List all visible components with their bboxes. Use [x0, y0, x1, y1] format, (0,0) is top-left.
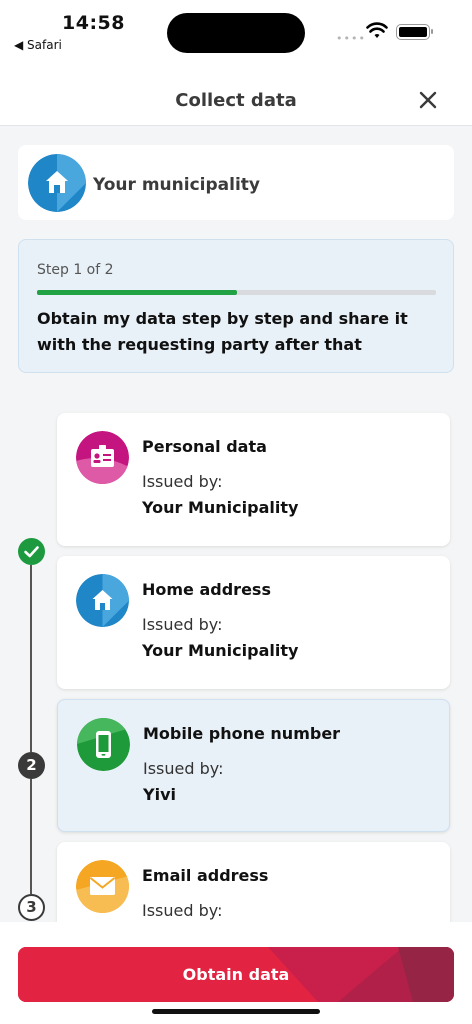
- credential-card-home-address[interactable]: Home address Issued by: Your Municipalit…: [57, 556, 450, 689]
- phone-icon: [77, 718, 130, 771]
- page-title: Collect data: [175, 90, 297, 111]
- card-title: Home address: [142, 580, 271, 599]
- card-title: Personal data: [142, 437, 267, 456]
- close-icon[interactable]: [414, 86, 442, 114]
- status-bar: 14:58 ◀ Safari ••••: [0, 0, 472, 76]
- municipality-label: Your municipality: [93, 175, 260, 195]
- page-header: Collect data: [0, 76, 472, 126]
- card-title: Email address: [142, 866, 269, 885]
- id-badge-icon: [76, 431, 129, 484]
- progress-bar: [37, 290, 436, 295]
- card-issued-label: Issued by:: [142, 472, 223, 491]
- progress-bar-fill: [37, 290, 237, 295]
- timeline-connector: [30, 565, 32, 752]
- municipality-card: Your municipality: [18, 145, 454, 220]
- signal-icon: ••••: [336, 32, 366, 45]
- obtain-data-button[interactable]: Obtain data: [18, 947, 454, 1002]
- home-indicator[interactable]: [152, 1009, 320, 1014]
- status-time: 14:58: [62, 12, 125, 34]
- card-title: Mobile phone number: [143, 724, 341, 743]
- step-number-2: 2: [18, 752, 45, 779]
- battery-icon: [396, 24, 433, 40]
- dynamic-island: [167, 13, 305, 53]
- wifi-icon: [366, 22, 388, 38]
- card-issuer: Your Municipality: [142, 641, 299, 660]
- house-icon: [28, 154, 86, 212]
- card-issued-label: Issued by:: [143, 759, 224, 778]
- envelope-icon: [76, 860, 129, 913]
- card-issuer: Your Municipality: [142, 498, 299, 517]
- step-progress-box: Step 1 of 2 Obtain my data step by step …: [18, 239, 454, 373]
- card-issued-label: Issued by:: [142, 901, 223, 920]
- back-to-safari-link[interactable]: ◀ Safari: [14, 38, 62, 52]
- house-icon: [76, 574, 129, 627]
- card-issued-label: Issued by:: [142, 615, 223, 634]
- timeline-connector: [30, 779, 32, 894]
- credential-card-personal-data[interactable]: Personal data Issued by: Your Municipali…: [57, 413, 450, 546]
- credential-card-mobile-phone[interactable]: Mobile phone number Issued by: Yivi: [57, 699, 450, 832]
- check-icon: [18, 538, 45, 565]
- step-number-3: 3: [18, 894, 45, 921]
- obtain-data-label: Obtain data: [182, 965, 290, 984]
- step-label: Step 1 of 2: [37, 262, 114, 278]
- card-issuer: Yivi: [143, 785, 176, 804]
- step-description: Obtain my data step by step and share it…: [37, 309, 408, 354]
